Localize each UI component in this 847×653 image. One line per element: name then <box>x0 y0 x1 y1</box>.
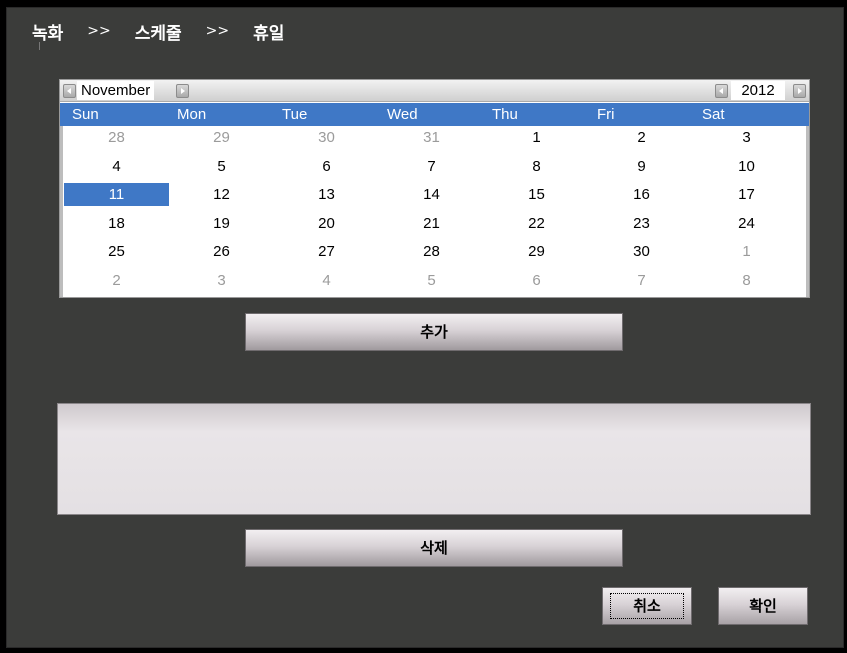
weekday-label: Fri <box>597 106 615 123</box>
divider <box>39 42 40 50</box>
calendar-day[interactable]: 4 <box>64 155 169 178</box>
calendar-day[interactable]: 8 <box>484 155 589 178</box>
calendar-day[interactable]: 4 <box>274 269 379 292</box>
calendar-day[interactable]: 26 <box>169 240 274 263</box>
calendar-day[interactable]: 28 <box>64 126 169 149</box>
calendar-day[interactable]: 31 <box>379 126 484 149</box>
calendar-day[interactable]: 29 <box>484 240 589 263</box>
cancel-button[interactable]: 취소 <box>602 587 692 625</box>
calendar-day[interactable]: 3 <box>169 269 274 292</box>
calendar-day[interactable]: 5 <box>169 155 274 178</box>
calendar-day[interactable]: 1 <box>694 240 799 263</box>
delete-button[interactable]: 삭제 <box>245 529 623 567</box>
calendar-day[interactable]: 28 <box>379 240 484 263</box>
breadcrumb-item-holiday: 휴일 <box>253 23 285 44</box>
calendar-day[interactable]: 30 <box>589 240 694 263</box>
calendar-day[interactable]: 7 <box>589 269 694 292</box>
calendar-day[interactable]: 16 <box>589 183 694 206</box>
calendar-day[interactable]: 27 <box>274 240 379 263</box>
calendar-day[interactable]: 7 <box>379 155 484 178</box>
weekday-label: Mon <box>177 106 207 123</box>
calendar-day[interactable]: 6 <box>484 269 589 292</box>
holiday-list[interactable] <box>57 403 811 515</box>
next-year-arrow-icon[interactable] <box>793 84 806 98</box>
next-month-arrow-icon[interactable] <box>176 84 189 98</box>
calendar-day[interactable]: 17 <box>694 183 799 206</box>
calendar-day[interactable]: 25 <box>64 240 169 263</box>
weekday-label: Sun <box>72 106 99 123</box>
weekday-label: Wed <box>387 106 418 123</box>
breadcrumb-item-schedule: 스케줄 <box>134 23 182 44</box>
calendar-day[interactable]: 8 <box>694 269 799 292</box>
breadcrumb-separator: >> <box>205 23 230 39</box>
calendar-day[interactable]: 18 <box>64 212 169 235</box>
add-button[interactable]: 추가 <box>245 313 623 351</box>
calendar-day[interactable]: 21 <box>379 212 484 235</box>
calendar-day[interactable]: 12 <box>169 183 274 206</box>
calendar-day[interactable]: 6 <box>274 155 379 178</box>
calendar-day[interactable]: 20 <box>274 212 379 235</box>
breadcrumb-item-record: 녹화 <box>32 23 64 44</box>
year-label[interactable]: 2012 <box>731 81 785 100</box>
calendar-day[interactable]: 10 <box>694 155 799 178</box>
calendar-day[interactable]: 29 <box>169 126 274 149</box>
month-label[interactable]: November <box>77 81 155 100</box>
weekday-label: Sat <box>702 106 725 123</box>
day-grid: 28 29 30 31 1 2 3 4 5 6 7 8 9 10 11 12 13 14 15 16 17 18 19 20 2… <box>60 126 809 297</box>
calendar-day[interactable]: 19 <box>169 212 274 235</box>
calendar: November 2012 Sun Mon Tue Wed Thu Fri Sat 28 29… <box>59 79 810 298</box>
ok-button[interactable]: 확인 <box>718 587 808 625</box>
calendar-day[interactable]: 24 <box>694 212 799 235</box>
calendar-day[interactable]: 2 <box>64 269 169 292</box>
weekday-label: Thu <box>492 106 518 123</box>
divider <box>806 126 809 297</box>
calendar-day[interactable]: 3 <box>694 126 799 149</box>
weekday-label: Tue <box>282 106 308 123</box>
prev-month-arrow-icon[interactable] <box>63 84 76 98</box>
calendar-day[interactable]: 11 <box>64 183 169 206</box>
weekday-header: Sun Mon Tue Wed Thu Fri Sat <box>60 102 809 126</box>
calendar-day[interactable]: 9 <box>589 155 694 178</box>
calendar-day[interactable]: 2 <box>589 126 694 149</box>
calendar-day[interactable]: 22 <box>484 212 589 235</box>
calendar-day[interactable]: 14 <box>379 183 484 206</box>
calendar-day[interactable]: 1 <box>484 126 589 149</box>
calendar-day[interactable]: 5 <box>379 269 484 292</box>
breadcrumb: 녹화 >> 스케줄 >> 휴일 <box>32 20 285 44</box>
calendar-day[interactable]: 30 <box>274 126 379 149</box>
prev-year-arrow-icon[interactable] <box>715 84 728 98</box>
calendar-day[interactable]: 15 <box>484 183 589 206</box>
calendar-day[interactable]: 23 <box>589 212 694 235</box>
breadcrumb-separator: >> <box>87 23 111 39</box>
calendar-day[interactable]: 13 <box>274 183 379 206</box>
calendar-header: November 2012 <box>60 80 809 102</box>
divider <box>60 126 63 297</box>
cancel-button-label: 취소 <box>610 593 684 619</box>
